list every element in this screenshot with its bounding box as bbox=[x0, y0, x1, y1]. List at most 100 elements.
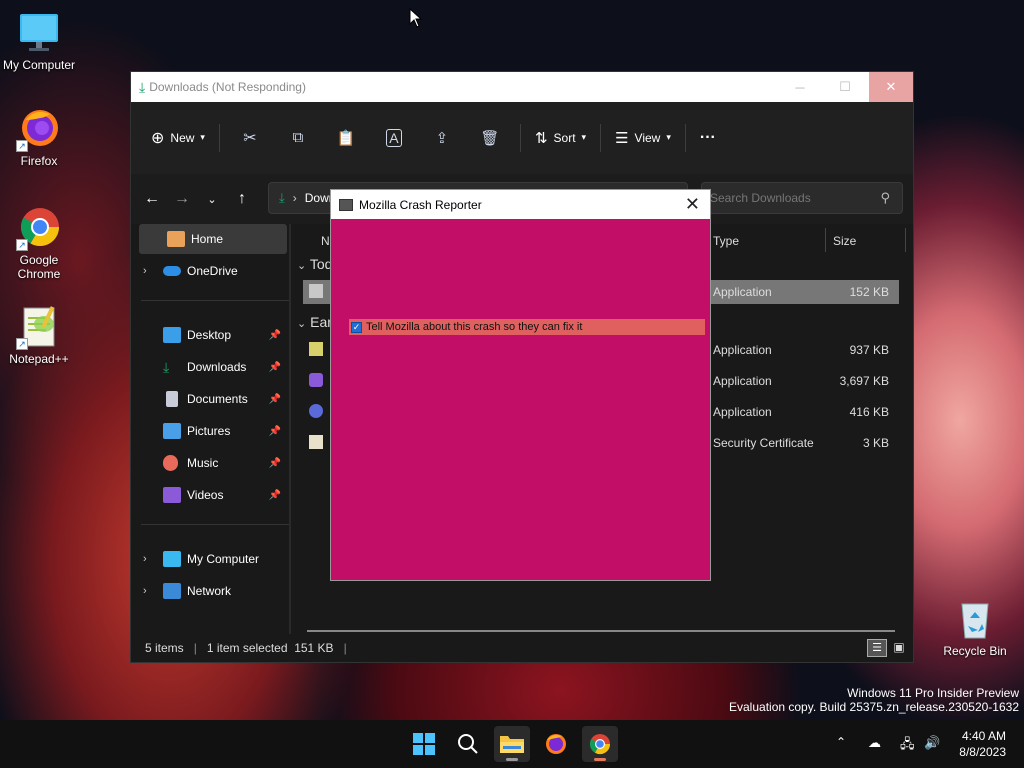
file-size: 3 KB bbox=[862, 436, 889, 450]
sidebar-item-pictures[interactable]: Pictures 📌 bbox=[139, 416, 287, 446]
toolbar-divider bbox=[600, 123, 602, 152]
application-icon bbox=[309, 342, 323, 356]
delete-button[interactable]: 🗑 bbox=[474, 122, 506, 154]
sidebar-item-desktop[interactable]: Desktop 📌 bbox=[139, 320, 287, 350]
file-type: Security Certificate bbox=[713, 436, 814, 450]
details-view-button[interactable]: ☰ bbox=[867, 639, 887, 657]
maximize-button[interactable]: ☐ bbox=[823, 72, 867, 102]
sidebar-item-network[interactable]: › Network bbox=[139, 576, 287, 606]
windows-watermark: Windows 11 Pro Insider Preview Evaluatio… bbox=[729, 686, 1019, 714]
file-size: 937 KB bbox=[849, 343, 889, 357]
sidebar-item-documents[interactable]: Documents 📌 bbox=[139, 384, 287, 414]
navigation-pane: Home › OneDrive Desktop 📌 ⤓ Downloads 📌 … bbox=[131, 224, 289, 636]
column-divider[interactable] bbox=[905, 228, 906, 252]
paste-button[interactable]: 📋 bbox=[330, 122, 362, 154]
share-button[interactable]: ⇪ bbox=[426, 122, 458, 154]
sidebar-item-label: OneDrive bbox=[187, 264, 238, 278]
sidebar-item-home[interactable]: Home bbox=[139, 224, 287, 254]
application-icon bbox=[309, 284, 323, 298]
file-size: 152 KB bbox=[849, 285, 889, 299]
new-label: New bbox=[170, 130, 195, 145]
horizontal-scrollbar[interactable] bbox=[307, 630, 895, 632]
search-input[interactable] bbox=[710, 191, 870, 205]
taskbar-file-explorer[interactable] bbox=[494, 726, 530, 762]
music-icon bbox=[163, 455, 178, 471]
taskbar-firefox[interactable] bbox=[538, 726, 574, 762]
desktop-icon-my-computer[interactable]: My Computer bbox=[0, 10, 78, 72]
monitor-icon bbox=[16, 10, 62, 56]
chrome-icon bbox=[589, 734, 611, 755]
copy-icon: ⧉ bbox=[292, 129, 304, 146]
sidebar-item-downloads[interactable]: ⤓ Downloads 📌 bbox=[139, 352, 287, 382]
desktop-icon-firefox[interactable]: ↗ Firefox bbox=[0, 106, 78, 168]
windows-logo-icon bbox=[413, 733, 435, 755]
desktop-icon-notepadpp[interactable]: ↗ Notepad++ bbox=[0, 304, 78, 366]
forward-button[interactable]: → bbox=[167, 190, 197, 208]
checkmark-icon[interactable]: ✓ bbox=[351, 321, 362, 333]
sidebar-item-onedrive[interactable]: › OneDrive bbox=[139, 256, 287, 286]
cut-button[interactable]: ✂ bbox=[234, 122, 266, 154]
view-button[interactable]: ☰ View ▾ bbox=[607, 122, 679, 154]
taskbar-chrome[interactable] bbox=[582, 726, 618, 762]
explorer-titlebar[interactable]: ⤓ Downloads (Not Responding) ─ ☐ ✕ bbox=[131, 72, 913, 102]
desktop-icon-recycle-bin[interactable]: Recycle Bin bbox=[936, 596, 1014, 658]
share-icon: ⇪ bbox=[435, 129, 449, 147]
recycle-bin-icon bbox=[952, 596, 998, 642]
column-header-type[interactable]: Type bbox=[713, 234, 739, 248]
desktop-icon-label: Firefox bbox=[20, 154, 58, 168]
chrome-icon: ↗ bbox=[16, 205, 62, 251]
rename-button[interactable]: A bbox=[378, 122, 410, 154]
file-size: 416 KB bbox=[849, 405, 889, 419]
pin-icon: 📌 bbox=[268, 457, 281, 469]
crash-reporter-dialog[interactable]: Mozilla Crash Reporter ✕ ✓ Tell Mozilla … bbox=[330, 189, 711, 581]
onedrive-offline-icon[interactable]: ☁ bbox=[868, 735, 881, 751]
sidebar-item-label: Network bbox=[187, 584, 232, 598]
recent-locations-button[interactable]: ⌄ bbox=[197, 193, 227, 206]
sort-label: Sort bbox=[553, 130, 576, 145]
more-options-button[interactable]: ··· bbox=[692, 122, 724, 154]
up-button[interactable]: ↑ bbox=[227, 190, 257, 208]
sort-arrows-icon: ⇅ bbox=[534, 129, 548, 147]
document-icon bbox=[166, 391, 178, 407]
column-divider[interactable] bbox=[825, 228, 826, 252]
close-icon[interactable]: ✕ bbox=[685, 194, 700, 215]
downloads-icon: ⤓ bbox=[163, 359, 170, 375]
selection-info: 1 item selected 151 KB bbox=[206, 641, 334, 655]
sort-button[interactable]: ⇅ Sort ▾ bbox=[527, 122, 594, 154]
sidebar-item-music[interactable]: Music 📌 bbox=[139, 448, 287, 478]
network-icon[interactable]: 🖧 bbox=[900, 735, 915, 757]
videos-icon bbox=[163, 487, 181, 503]
search-icon: ⚲ bbox=[880, 190, 890, 205]
desktop-icon-label: Google Chrome bbox=[17, 253, 61, 281]
close-button[interactable]: ✕ bbox=[869, 72, 913, 102]
sidebar-item-label: Downloads bbox=[187, 360, 247, 374]
minimize-button[interactable]: ─ bbox=[778, 72, 822, 102]
file-type: Application bbox=[713, 405, 772, 419]
desktop-icon-label: My Computer bbox=[2, 58, 76, 72]
tiles-view-button[interactable]: ▣ bbox=[889, 639, 909, 657]
breadcrumb-separator: › bbox=[292, 191, 297, 205]
downloads-icon: ⤓ bbox=[139, 78, 146, 95]
show-hidden-icons-button[interactable]: ⌃ bbox=[836, 735, 846, 749]
volume-icon[interactable]: 🔊 bbox=[924, 735, 940, 751]
sidebar-item-label: My Computer bbox=[187, 552, 260, 566]
certificate-icon bbox=[309, 435, 323, 449]
copy-button[interactable]: ⧉ bbox=[282, 122, 314, 154]
watermark-line: Evaluation copy. Build 25375.zn_release.… bbox=[729, 700, 1019, 714]
dialog-titlebar[interactable]: Mozilla Crash Reporter ✕ bbox=[331, 190, 710, 219]
send-report-checkbox[interactable]: ✓ Tell Mozilla about this crash so they … bbox=[349, 319, 705, 335]
chevron-right-icon: › bbox=[143, 585, 147, 597]
column-header-size[interactable]: Size bbox=[833, 234, 856, 248]
scissors-icon: ✂ bbox=[243, 129, 257, 147]
search-box[interactable]: ⚲ bbox=[701, 182, 903, 214]
start-button[interactable] bbox=[406, 726, 442, 762]
clock[interactable]: 4:40 AM 8/8/2023 bbox=[959, 728, 1006, 760]
search-button[interactable] bbox=[450, 726, 486, 762]
desktop-icon-chrome[interactable]: ↗ Google Chrome bbox=[0, 205, 78, 281]
sidebar-item-my-computer[interactable]: › My Computer bbox=[139, 544, 287, 574]
back-button[interactable]: ← bbox=[137, 190, 167, 208]
sidebar-item-videos[interactable]: Videos 📌 bbox=[139, 480, 287, 510]
sidebar-divider bbox=[141, 300, 289, 301]
new-button[interactable]: ⊕ New ▾ bbox=[143, 122, 213, 154]
visual-studio-icon bbox=[309, 373, 323, 387]
